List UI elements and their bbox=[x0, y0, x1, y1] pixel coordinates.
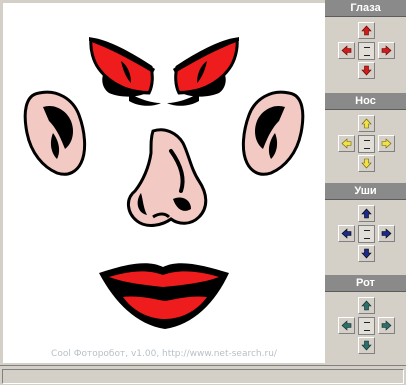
mouth-group: Рот bbox=[325, 275, 406, 365]
arrow-left-icon bbox=[341, 320, 352, 331]
right-eye bbox=[167, 37, 239, 106]
eyes-down-button[interactable] bbox=[358, 62, 375, 79]
nose-down-button[interactable] bbox=[358, 155, 375, 172]
photorobot-window: Cool Фоторобот, v1.00, http://www.net-se… bbox=[0, 0, 406, 385]
right-ear bbox=[241, 90, 305, 176]
nose-reset-button[interactable] bbox=[358, 135, 375, 153]
watermark: Cool Фоторобот, v1.00, http://www.net-se… bbox=[51, 349, 277, 359]
arrow-right-icon bbox=[381, 320, 392, 331]
nose-group: Нос bbox=[325, 93, 406, 183]
arrow-down-icon bbox=[361, 65, 372, 76]
eyes[interactable] bbox=[89, 37, 239, 106]
control-panel: Глаза Нос Уши Рот bbox=[325, 0, 406, 365]
ears-right-button[interactable] bbox=[378, 225, 395, 242]
face-canvas: Cool Фоторобот, v1.00, http://www.net-se… bbox=[3, 3, 325, 363]
mouth-left-button[interactable] bbox=[338, 317, 355, 334]
arrow-down-icon bbox=[361, 158, 372, 169]
arrow-down-icon bbox=[361, 340, 372, 351]
mouth-reset-button[interactable] bbox=[358, 317, 375, 335]
eyes-right-button[interactable] bbox=[378, 42, 395, 59]
arrow-up-icon bbox=[361, 25, 372, 36]
arrow-right-icon bbox=[381, 228, 392, 239]
face-drawing bbox=[23, 37, 305, 329]
eyes-reset-button[interactable] bbox=[358, 42, 375, 60]
ears-left-button[interactable] bbox=[338, 225, 355, 242]
status-bar-panel bbox=[2, 369, 404, 384]
left-eye bbox=[89, 37, 161, 106]
mouth-controls bbox=[338, 297, 395, 355]
nose-left-button[interactable] bbox=[338, 135, 355, 152]
ears-up-button[interactable] bbox=[358, 205, 375, 222]
arrow-left-icon bbox=[341, 138, 352, 149]
eyes-group: Глаза bbox=[325, 0, 406, 90]
nose-up-button[interactable] bbox=[358, 115, 375, 132]
arrow-left-icon bbox=[341, 45, 352, 56]
eyes-left-button[interactable] bbox=[338, 42, 355, 59]
eyes-up-button[interactable] bbox=[358, 22, 375, 39]
eyes-controls bbox=[338, 22, 395, 80]
nose-controls bbox=[338, 115, 395, 173]
mouth-group-title: Рот bbox=[325, 275, 406, 292]
ears-group-title: Уши bbox=[325, 183, 406, 200]
arrow-left-icon bbox=[341, 228, 352, 239]
status-bar bbox=[0, 365, 406, 385]
mouth-down-button[interactable] bbox=[358, 337, 375, 354]
arrow-up-icon bbox=[361, 300, 372, 311]
ears-down-button[interactable] bbox=[358, 245, 375, 262]
nose-group-title: Нос bbox=[325, 93, 406, 110]
left-ear bbox=[23, 90, 87, 176]
eyes-group-title: Глаза bbox=[325, 0, 406, 17]
ears-group: Уши bbox=[325, 183, 406, 273]
mouth-up-button[interactable] bbox=[358, 297, 375, 314]
arrow-down-icon bbox=[361, 248, 372, 259]
mouth[interactable] bbox=[99, 263, 229, 329]
nose-right-button[interactable] bbox=[378, 135, 395, 152]
arrow-up-icon bbox=[361, 118, 372, 129]
arrow-up-icon bbox=[361, 208, 372, 219]
nose[interactable] bbox=[127, 128, 208, 227]
arrow-right-icon bbox=[381, 45, 392, 56]
ears-reset-button[interactable] bbox=[358, 225, 375, 243]
arrow-right-icon bbox=[381, 138, 392, 149]
mouth-right-button[interactable] bbox=[378, 317, 395, 334]
ears-controls bbox=[338, 205, 395, 263]
